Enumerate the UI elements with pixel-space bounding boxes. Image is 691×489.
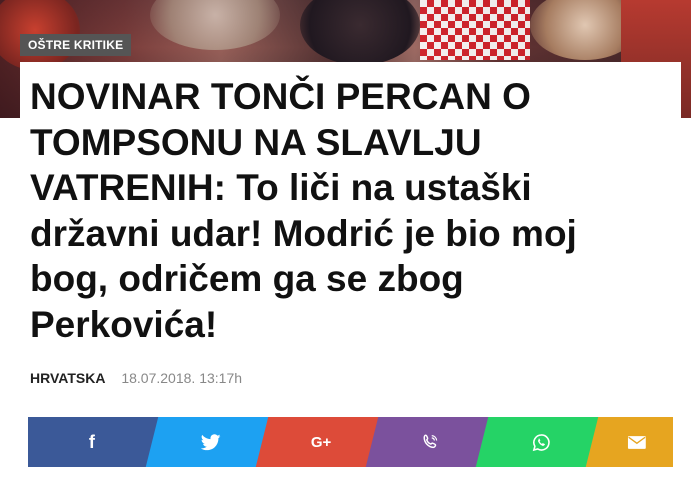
email-share-button[interactable] [585, 417, 673, 467]
email-icon [628, 435, 656, 449]
hero-image-detail [300, 0, 420, 65]
viber-icon [422, 433, 440, 451]
twitter-icon [201, 433, 221, 451]
share-bar: f G+ [28, 417, 673, 467]
category-badge[interactable]: OŠTRE KRITIKE [20, 34, 132, 56]
facebook-icon: f [89, 431, 95, 452]
publish-date: 18.07.2018. 13:17h [121, 370, 243, 386]
google-plus-icon: G+ [310, 433, 332, 451]
section-link[interactable]: HRVATSKA [30, 370, 105, 386]
croatian-checkerboard-detail [420, 0, 530, 60]
article-headline: NOVINAR TONČI PERCAN O TOMPSONU NA SLAVL… [30, 76, 577, 345]
article-meta: HRVATSKA 18.07.2018. 13:17h [30, 368, 242, 388]
hero-image-detail [150, 0, 280, 50]
facebook-share-button[interactable]: f [28, 417, 163, 467]
whatsapp-icon [532, 433, 551, 452]
